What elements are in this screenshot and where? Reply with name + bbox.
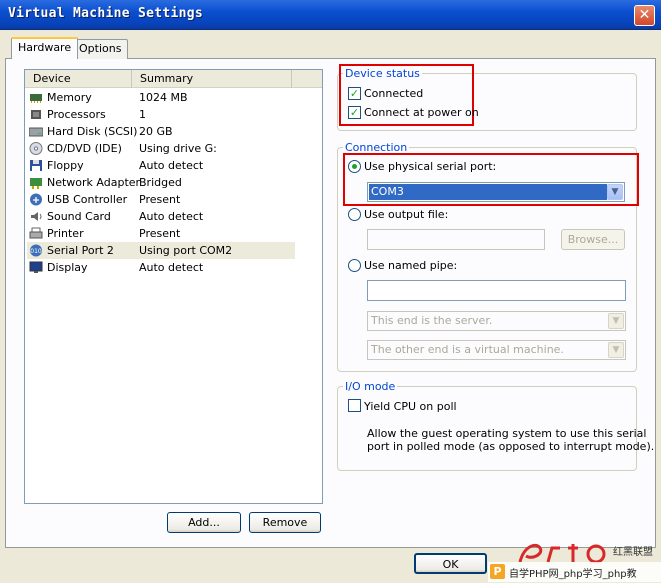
sound-card-icon bbox=[31, 212, 42, 221]
processor-icon bbox=[31, 110, 41, 119]
watermark: 红黑联盟 P 自学PHP网_php学习_php教 bbox=[488, 540, 661, 583]
physical-port-label[interactable]: Use physical serial port: bbox=[364, 160, 496, 173]
yield-cpu-checkbox[interactable] bbox=[348, 399, 361, 412]
chevron-down-icon[interactable]: ▼ bbox=[607, 184, 623, 200]
tab-hardware[interactable]: Hardware bbox=[11, 37, 79, 59]
device-summary: Present bbox=[139, 227, 181, 240]
device-summary: Auto detect bbox=[139, 261, 204, 274]
column-header-device[interactable]: Device bbox=[25, 70, 132, 88]
serial-port-value: COM3 bbox=[368, 183, 608, 201]
device-summary: Using port COM2 bbox=[139, 244, 233, 257]
serial-port-select[interactable]: COM3 ▼ bbox=[367, 182, 625, 202]
usb-icon bbox=[30, 193, 42, 206]
device-summary: 20 GB bbox=[139, 125, 173, 138]
svg-text:010: 010 bbox=[30, 248, 42, 255]
connected-label[interactable]: Connected bbox=[364, 87, 423, 100]
watermark-banner: P 自学PHP网_php学习_php教 bbox=[488, 562, 661, 582]
device-summary: Using drive G: bbox=[139, 142, 217, 155]
device-row-floppy[interactable]: Floppy Auto detect bbox=[27, 157, 295, 174]
device-name: Serial Port 2 bbox=[47, 244, 114, 257]
output-file-radio[interactable] bbox=[348, 208, 361, 221]
chevron-down-icon[interactable]: ▼ bbox=[608, 313, 624, 329]
device-list[interactable]: Device Summary Memory 1024 MB Processors 1 H… bbox=[24, 69, 323, 504]
device-name: Sound Card bbox=[47, 210, 111, 223]
ok-button[interactable]: OK bbox=[414, 553, 487, 574]
device-row-display[interactable]: Display Auto detect bbox=[27, 259, 295, 276]
device-row-processors[interactable]: Processors 1 bbox=[27, 106, 295, 123]
device-summary: Bridged bbox=[139, 176, 182, 189]
pipe-other-end-select[interactable]: The other end is a virtual machine. ▼ bbox=[367, 340, 626, 360]
physical-port-radio[interactable] bbox=[348, 160, 361, 173]
device-summary: Auto detect bbox=[139, 159, 204, 172]
device-row-memory[interactable]: Memory 1024 MB bbox=[27, 89, 295, 106]
floppy-icon bbox=[30, 160, 42, 171]
window-title: Virtual Machine Settings bbox=[8, 6, 204, 21]
io-mode-description-line1: Allow the guest operating system to use … bbox=[367, 427, 647, 440]
named-pipe-input[interactable] bbox=[367, 280, 626, 301]
add-button[interactable]: Add... bbox=[167, 512, 241, 533]
watermark-text: 自学PHP网_php学习_php教 bbox=[509, 569, 637, 580]
tab-options[interactable]: Options bbox=[72, 39, 129, 59]
check-icon: ✓ bbox=[349, 87, 360, 100]
device-name: Network Adapter bbox=[47, 176, 141, 189]
device-summary: Present bbox=[139, 193, 181, 206]
io-mode-description-line2: port in polled mode (as opposed to inter… bbox=[367, 440, 655, 453]
device-name: USB Controller bbox=[47, 193, 128, 206]
radio-selected-dot bbox=[352, 164, 357, 169]
pipe-other-end-value: The other end is a virtual machine. bbox=[371, 343, 564, 356]
browse-button[interactable]: Browse... bbox=[561, 229, 625, 250]
pipe-end-select[interactable]: This end is the server. ▼ bbox=[367, 311, 626, 331]
device-row-network-adapter[interactable]: Network Adapter Bridged bbox=[27, 174, 295, 191]
device-status-legend: Device status bbox=[343, 67, 422, 80]
device-name: Hard Disk (SCSI) bbox=[47, 125, 138, 138]
device-row-hard-disk-scsi[interactable]: Hard Disk (SCSI) 20 GB bbox=[27, 123, 295, 140]
device-row-usb-controller[interactable]: USB Controller Present bbox=[27, 191, 295, 208]
display-icon bbox=[29, 261, 43, 273]
device-name: Memory bbox=[47, 91, 92, 104]
list-header: Device Summary bbox=[25, 70, 322, 88]
connected-checkbox[interactable]: ✓ bbox=[348, 87, 361, 100]
chevron-down-icon[interactable]: ▼ bbox=[608, 342, 624, 358]
io-mode-legend: I/O mode bbox=[343, 380, 398, 393]
serial-port-icon: 010 bbox=[30, 244, 42, 257]
watermark-corner-text: 红黑联盟 bbox=[613, 547, 653, 558]
remove-button[interactable]: Remove bbox=[249, 512, 321, 533]
device-row-printer[interactable]: Printer Present bbox=[27, 225, 295, 242]
named-pipe-radio[interactable] bbox=[348, 259, 361, 272]
watermark-p-icon: P bbox=[490, 564, 505, 579]
printer-icon bbox=[29, 227, 43, 239]
hard-disk-icon bbox=[29, 127, 43, 137]
pipe-end-value: This end is the server. bbox=[371, 314, 493, 327]
device-summary: 1 bbox=[139, 108, 146, 121]
cd-dvd-icon bbox=[29, 142, 43, 155]
close-button[interactable]: ✕ bbox=[634, 5, 655, 26]
device-name: Printer bbox=[47, 227, 84, 240]
device-row-serial-port-2[interactable]: 010 Serial Port 2 Using port COM2 bbox=[27, 242, 295, 259]
yield-cpu-label[interactable]: Yield CPU on poll bbox=[364, 400, 457, 413]
device-row-sound-card[interactable]: Sound Card Auto detect bbox=[27, 208, 295, 225]
device-summary: 1024 MB bbox=[139, 91, 188, 104]
output-file-label[interactable]: Use output file: bbox=[364, 208, 448, 221]
close-icon: ✕ bbox=[638, 7, 651, 23]
output-file-input[interactable] bbox=[367, 229, 545, 250]
device-name: Processors bbox=[47, 108, 106, 121]
device-name: Display bbox=[47, 261, 88, 274]
network-adapter-icon bbox=[30, 178, 42, 189]
device-row-cd-dvd-ide[interactable]: CD/DVD (IDE) Using drive G: bbox=[27, 140, 295, 157]
title-bar[interactable]: Virtual Machine Settings ✕ bbox=[0, 0, 661, 30]
connect-at-power-on-label[interactable]: Connect at power on bbox=[364, 106, 479, 119]
column-header-summary[interactable]: Summary bbox=[132, 70, 292, 88]
named-pipe-label[interactable]: Use named pipe: bbox=[364, 259, 457, 272]
check-icon: ✓ bbox=[349, 106, 360, 119]
device-name: Floppy bbox=[47, 159, 84, 172]
device-name: CD/DVD (IDE) bbox=[47, 142, 122, 155]
device-summary: Auto detect bbox=[139, 210, 204, 223]
connect-at-power-on-checkbox[interactable]: ✓ bbox=[348, 106, 361, 119]
memory-icon bbox=[30, 94, 42, 103]
